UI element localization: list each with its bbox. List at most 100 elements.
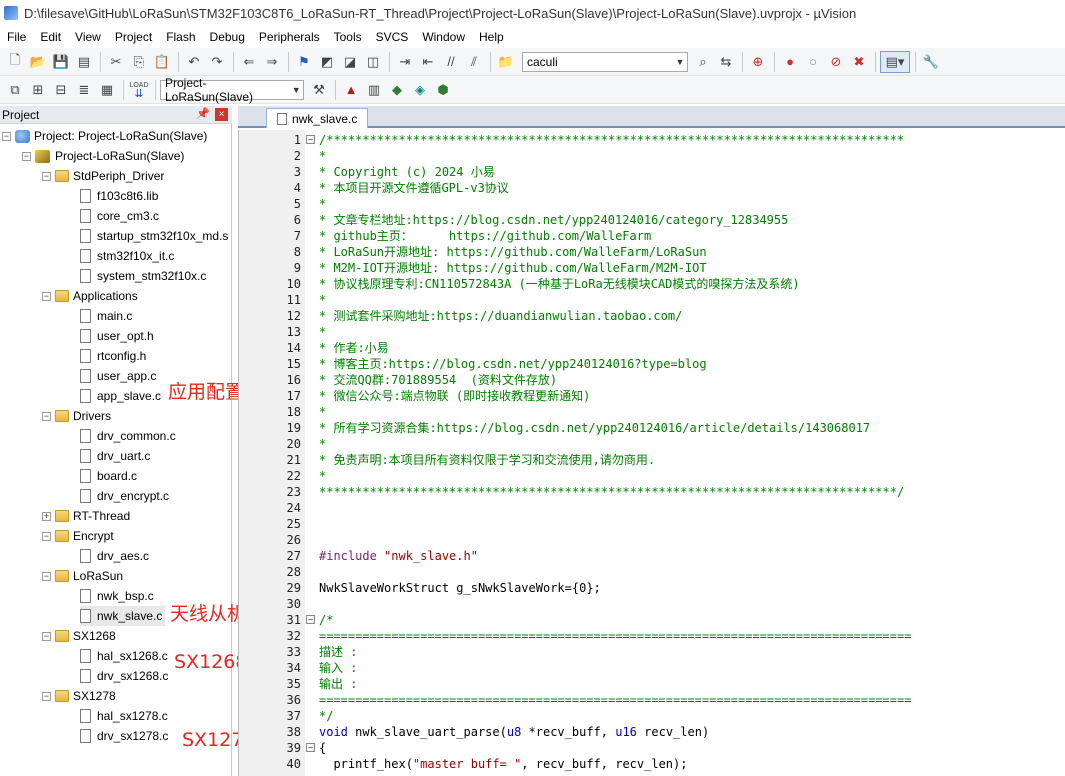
insert-breakpoint-icon[interactable]: ● [779, 51, 801, 73]
code-line[interactable]: 23 **************************************… [239, 484, 1065, 500]
tree-group[interactable]: − SX1278 [42, 686, 116, 706]
download-icon[interactable]: LOAD ⇊ [128, 79, 150, 101]
tree-file[interactable]: system_stm32f10x.c [80, 266, 206, 286]
menu-tools[interactable]: Tools [327, 26, 369, 48]
code-line[interactable]: 20 * [239, 436, 1065, 452]
code-line[interactable]: 33 描述 : [239, 644, 1065, 660]
kill-breakpoints-icon[interactable]: ✖ [848, 51, 870, 73]
stop-build-icon[interactable]: ▦ [96, 79, 118, 101]
open-file-icon[interactable]: 📂 [27, 51, 49, 73]
code-line[interactable]: 17 * 微信公众号:端点物联 (即时接收教程更新通知) [239, 388, 1065, 404]
bookmark-icon[interactable]: ⚑ [293, 51, 315, 73]
code-line[interactable]: 18 * [239, 404, 1065, 420]
code-line[interactable]: 31−/* [239, 612, 1065, 628]
save-all-icon[interactable]: ▤ [73, 51, 95, 73]
tree-group[interactable]: − StdPeriph_Driver [42, 166, 164, 186]
code-line[interactable]: 29 NwkSlaveWorkStruct g_sNwkSlaveWork={0}… [239, 580, 1065, 596]
code-line[interactable]: 27 #include "nwk_slave.h" [239, 548, 1065, 564]
target-options-icon[interactable]: ⚒ [308, 79, 330, 101]
tree-file[interactable]: board.c [80, 466, 137, 486]
collapse-icon[interactable]: − [42, 171, 51, 181]
menu-flash[interactable]: Flash [159, 26, 202, 48]
collapse-icon[interactable]: − [22, 151, 31, 161]
pack-installer-icon[interactable]: ◈ [409, 79, 431, 101]
code-line[interactable]: 13 * [239, 324, 1065, 340]
collapse-icon[interactable]: − [42, 291, 51, 301]
code-line[interactable]: 10 * 协议栈原理专利:CN110572843A (一种基于LoRa无线模块CA… [239, 276, 1065, 292]
unindent-icon[interactable]: ⇤ [417, 51, 439, 73]
tree-file[interactable]: rtconfig.h [80, 346, 146, 366]
tree-file[interactable]: nwk_bsp.c [80, 586, 154, 606]
tree-file[interactable]: drv_sx1278.c [80, 726, 168, 746]
batch-build-icon[interactable]: ≣ [73, 79, 95, 101]
collapse-icon[interactable]: − [42, 691, 51, 701]
code-line[interactable]: 16 * 交流QQ群:701889554 (资料文件存放) [239, 372, 1065, 388]
code-line[interactable]: 25 [239, 516, 1065, 532]
tree-file[interactable]: user_app.c [80, 366, 156, 386]
undo-icon[interactable]: ↶ [183, 51, 205, 73]
menu-help[interactable]: Help [472, 26, 511, 48]
prev-bookmark-icon[interactable]: ◩ [316, 51, 338, 73]
menu-view[interactable]: View [68, 26, 108, 48]
code-line[interactable]: 28 [239, 564, 1065, 580]
code-line[interactable]: 15 * 博客主页:https://blog.csdn.net/ypp240124… [239, 356, 1065, 372]
code-line[interactable]: 11 * [239, 292, 1065, 308]
code-line[interactable]: 26 [239, 532, 1065, 548]
file-extensions-icon[interactable]: ▥ [363, 79, 385, 101]
code-line[interactable]: 7 * github主页： https://github.com/WalleFar… [239, 228, 1065, 244]
translate-icon[interactable]: ⧉ [4, 79, 26, 101]
debug-session-icon[interactable]: ⊕ [747, 51, 769, 73]
tab-nwk-slave[interactable]: nwk_slave.c [266, 108, 369, 128]
chevron-down-icon[interactable]: ▼ [673, 57, 687, 67]
fold-toggle-icon[interactable]: − [306, 135, 315, 144]
tree-file[interactable]: app_slave.c [80, 386, 161, 406]
run-time-environment-icon[interactable]: ◆ [386, 79, 408, 101]
tree-group[interactable]: + RT-Thread [42, 506, 130, 526]
tree-group[interactable]: − Drivers [42, 406, 111, 426]
tree-file[interactable]: main.c [80, 306, 132, 326]
find-icon[interactable]: ⌕ [692, 51, 714, 73]
code-line[interactable]: 12 * 测试套件采购地址:https://duandianwulian.taob… [239, 308, 1065, 324]
code-line[interactable]: 5 * [239, 196, 1065, 212]
code-line[interactable]: 3 * Copyright (c) 2024 小易 [239, 164, 1065, 180]
tree-file[interactable]: drv_common.c [80, 426, 176, 446]
code-line[interactable]: 14 * 作者:小易 [239, 340, 1065, 356]
tree-file-selected[interactable]: nwk_slave.c [80, 606, 166, 626]
code-editor[interactable]: 1−/*************************************… [238, 130, 1065, 776]
tree-file[interactable]: stm32f10x_it.c [80, 246, 174, 266]
fold-toggle-icon[interactable]: − [306, 743, 315, 752]
code-line[interactable]: 2 * [239, 148, 1065, 164]
enable-breakpoint-icon[interactable]: ○ [802, 51, 824, 73]
collapse-icon[interactable]: − [42, 571, 51, 581]
tree-file[interactable]: hal_sx1268.c [80, 646, 168, 666]
tree-file[interactable]: startup_stm32f10x_md.s [80, 226, 228, 246]
code-line[interactable]: 35 输出 : [239, 676, 1065, 692]
tree-group[interactable]: − SX1268 [42, 626, 116, 646]
redo-icon[interactable]: ↷ [206, 51, 228, 73]
close-icon[interactable]: × [215, 108, 228, 121]
target-select[interactable]: Project-LoRaSun(Slave) ▼ [160, 76, 304, 104]
code-line[interactable]: 24 [239, 500, 1065, 516]
cut-icon[interactable]: ✂ [105, 51, 127, 73]
build-icon[interactable]: ⊞ [27, 79, 49, 101]
clear-bookmarks-icon[interactable]: ◫ [362, 51, 384, 73]
code-line[interactable]: 6 * 文章专栏地址:https://blog.csdn.net/ypp24012… [239, 212, 1065, 228]
new-file-icon[interactable]: 🗋 [4, 51, 26, 73]
code-line[interactable]: 9 * M2M-IOT开源地址: https://github.com/Walle… [239, 260, 1065, 276]
pin-icon[interactable]: 📌 [196, 107, 210, 120]
fold-toggle-icon[interactable]: − [306, 615, 315, 624]
code-line[interactable]: 40 printf_hex("master buff= ", recv_buff… [239, 756, 1065, 772]
save-icon[interactable]: 💾 [50, 51, 72, 73]
code-line[interactable]: 32 ======================================… [239, 628, 1065, 644]
tree-file[interactable]: drv_aes.c [80, 546, 149, 566]
menu-window[interactable]: Window [415, 26, 472, 48]
tree-file[interactable]: core_cm3.c [80, 206, 159, 226]
code-line[interactable]: 34 输入 : [239, 660, 1065, 676]
collapse-icon[interactable]: − [2, 131, 11, 141]
code-line[interactable]: 19 * 所有学习资源合集:https://blog.csdn.net/ypp24… [239, 420, 1065, 436]
rebuild-icon[interactable]: ⊟ [50, 79, 72, 101]
window-layout-icon[interactable]: ▤▾ [880, 50, 910, 73]
menu-debug[interactable]: Debug [203, 26, 252, 48]
tree-file[interactable]: drv_uart.c [80, 446, 150, 466]
code-line[interactable]: 22 * [239, 468, 1065, 484]
